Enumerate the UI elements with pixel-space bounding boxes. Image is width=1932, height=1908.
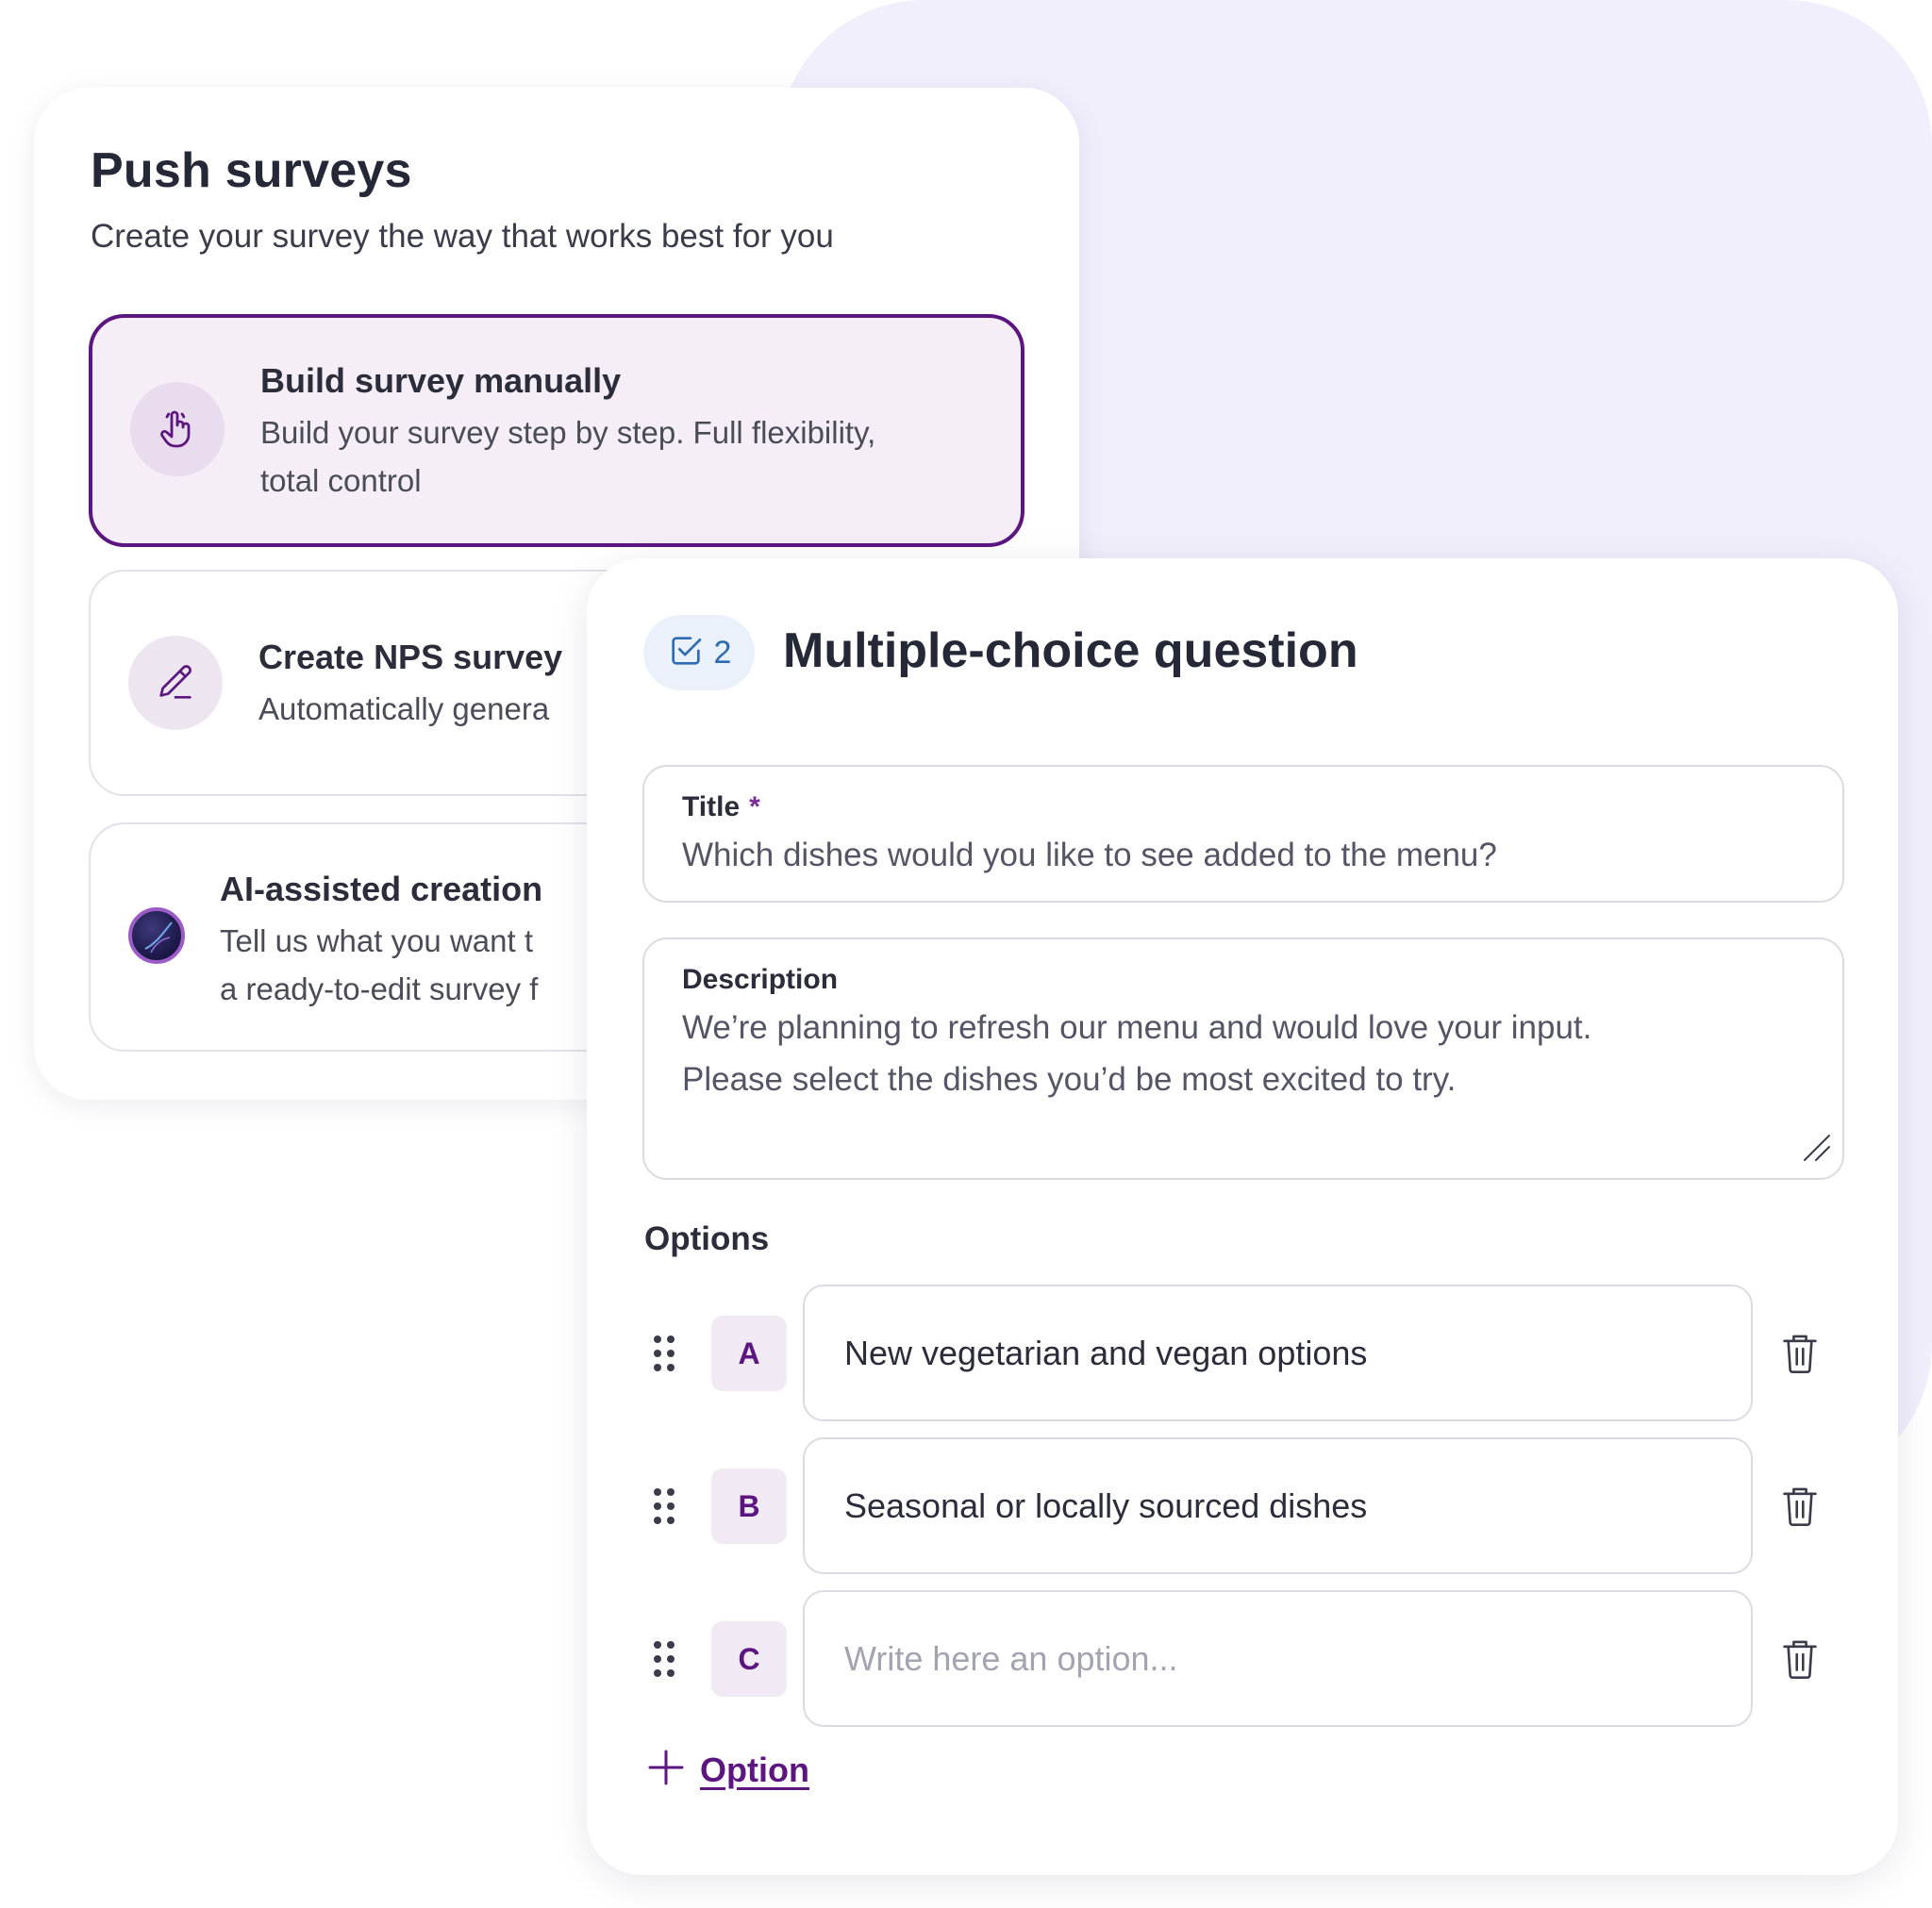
options-heading: Options <box>644 1220 770 1257</box>
multiple-choice-card: 2 Multiple-choice question Title * Which … <box>587 558 1898 1875</box>
build-manually-desc-line1: Build your survey step by step. Full fle… <box>260 415 876 450</box>
drag-handle-icon[interactable] <box>653 1640 675 1678</box>
trash-icon[interactable] <box>1781 1485 1819 1528</box>
ai-assisted-desc-line2: a ready-to-edit survey f <box>220 971 539 1006</box>
option-c-input[interactable] <box>803 1590 1753 1727</box>
resize-handle-icon[interactable] <box>1801 1132 1833 1169</box>
ai-orb-icon <box>128 907 185 964</box>
question-number-badge: 2 <box>643 615 755 690</box>
pointer-hand-icon <box>130 382 225 476</box>
option-a-input[interactable] <box>803 1285 1753 1421</box>
option-letter-a: A <box>711 1316 787 1391</box>
drag-handle-icon[interactable] <box>653 1487 675 1525</box>
build-manually-option[interactable]: Build survey manually Build your survey … <box>89 314 1024 547</box>
question-heading: Multiple-choice question <box>783 623 1358 678</box>
option-letter-c: C <box>711 1621 787 1697</box>
title-label: Title * <box>682 791 760 822</box>
ai-assisted-title: AI-assisted creation <box>220 870 543 908</box>
ai-assisted-desc-line1: Tell us what you want t <box>220 923 533 958</box>
build-manually-desc-line2: total control <box>260 463 422 498</box>
pencil-icon <box>128 636 223 730</box>
description-line1: We’re planning to refresh our menu and w… <box>682 1009 1592 1046</box>
required-asterisk: * <box>749 791 760 822</box>
trash-icon[interactable] <box>1781 1332 1819 1375</box>
add-option-label: Option <box>700 1750 809 1789</box>
nps-survey-title: Create NPS survey <box>258 638 563 676</box>
build-manually-title: Build survey manually <box>260 361 622 400</box>
description-field[interactable]: Description We’re planning to refresh ou… <box>642 937 1844 1180</box>
push-surveys-subtitle: Create your survey the way that works be… <box>91 218 834 255</box>
drag-handle-icon[interactable] <box>653 1335 675 1372</box>
description-line2: Please select the dishes you’d be most e… <box>682 1061 1457 1098</box>
option-letter-b: B <box>711 1468 787 1544</box>
add-option-button[interactable]: Option <box>647 1749 809 1791</box>
title-field[interactable]: Title * Which dishes would you like to se… <box>642 765 1844 903</box>
title-value: Which dishes would you like to see added… <box>682 837 1497 873</box>
option-b-input[interactable] <box>803 1437 1753 1574</box>
description-label: Description <box>682 964 839 995</box>
push-surveys-title: Push surveys <box>91 143 412 198</box>
question-number: 2 <box>713 634 732 671</box>
nps-survey-desc: Automatically genera <box>258 691 550 726</box>
plus-icon <box>647 1749 685 1791</box>
checkbox-check-icon <box>667 632 705 674</box>
trash-icon[interactable] <box>1781 1637 1819 1681</box>
